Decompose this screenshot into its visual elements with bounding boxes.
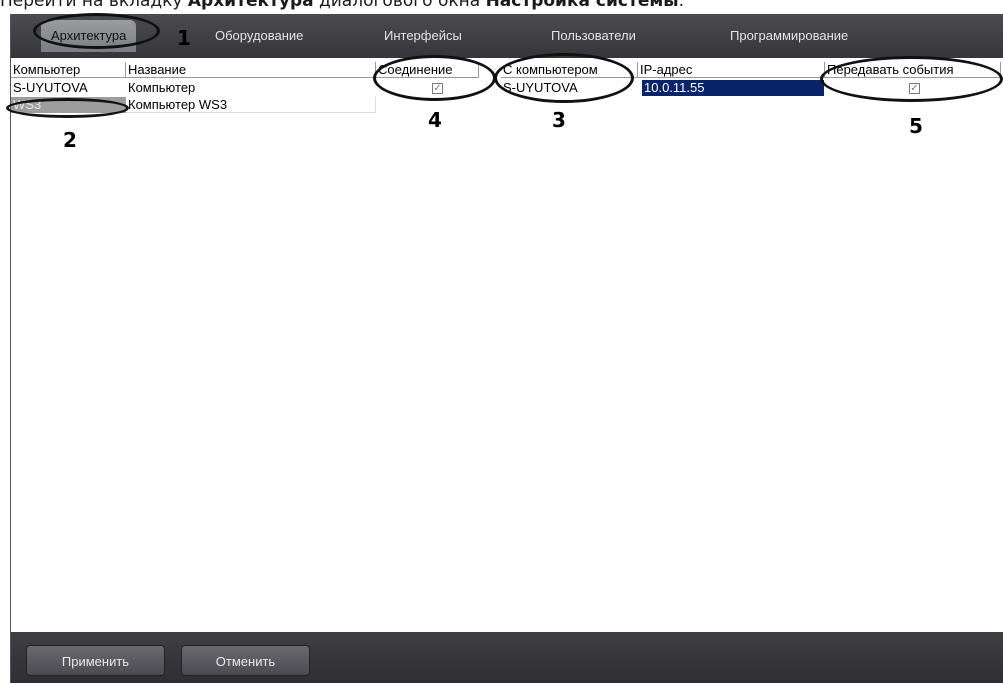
col-header-name[interactable]: Название xyxy=(126,62,376,78)
tab-programming[interactable]: Программирование xyxy=(730,24,848,48)
button-bar: Применить Отменить xyxy=(11,632,1003,683)
row1-computer[interactable]: S-UYUTOVA xyxy=(11,80,126,96)
callout-ellipse-4 xyxy=(373,55,496,101)
row2-name[interactable]: Компьютер WS3 xyxy=(126,97,376,113)
cancel-button[interactable]: Отменить xyxy=(181,645,310,676)
callout-ellipse-1 xyxy=(33,13,160,49)
row1-name[interactable]: Компьютер xyxy=(126,80,376,96)
col-header-computer[interactable]: Компьютер xyxy=(11,62,126,78)
caption-tab-name: Архитектура xyxy=(187,0,314,11)
tab-bar: Архитектура Оборудование Интерфейсы Поль… xyxy=(11,14,1003,58)
tab-interfaces[interactable]: Интерфейсы xyxy=(384,24,462,48)
instruction-caption: Перейти на вкладку Архитектура диалогово… xyxy=(0,0,1003,11)
tab-hardware[interactable]: Оборудование xyxy=(215,24,303,48)
settings-dialog: Архитектура Оборудование Интерфейсы Поль… xyxy=(10,14,1003,683)
callout-number-3: 3 xyxy=(552,108,566,132)
callout-number-4: 4 xyxy=(428,108,442,132)
callout-number-2: 2 xyxy=(63,128,77,152)
callout-ellipse-5 xyxy=(820,56,1003,102)
callout-number-1: 1 xyxy=(177,26,191,50)
callout-number-5: 5 xyxy=(909,114,923,138)
col-header-ip[interactable]: IP-адрес xyxy=(638,62,825,78)
callout-ellipse-3 xyxy=(494,53,634,103)
callout-ellipse-2 xyxy=(6,98,129,118)
row1-ip[interactable]: 10.0.11.55 xyxy=(642,80,824,96)
caption-middle: диалогового окна xyxy=(313,0,486,11)
caption-dialog-name: Настройка системы xyxy=(485,0,679,11)
apply-button[interactable]: Применить xyxy=(26,645,165,676)
tab-users[interactable]: Пользователи xyxy=(551,24,636,48)
caption-prefix: Перейти на вкладку xyxy=(0,0,188,11)
caption-suffix: . xyxy=(678,0,685,11)
